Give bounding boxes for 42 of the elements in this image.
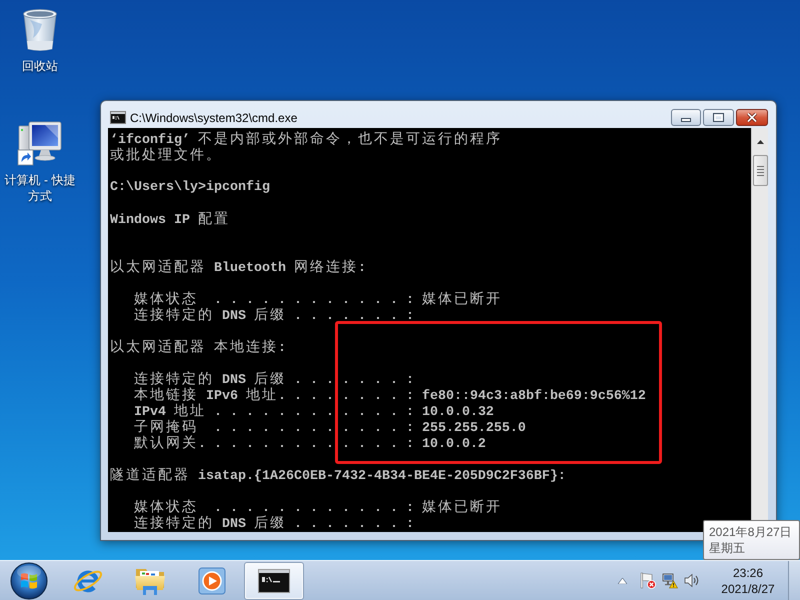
play-icon <box>197 566 227 596</box>
console-line: 连接特定的 DNS 后缀 . . . . . . . : <box>133 308 414 324</box>
flag-error-icon[interactable] <box>640 572 656 589</box>
caret-up-icon[interactable] <box>618 578 627 584</box>
computer-shortcut-icon[interactable] <box>17 120 63 166</box>
start-orb-icon[interactable] <box>10 562 48 600</box>
clock-time[interactable]: 23:26 <box>732 564 764 580</box>
clock-date[interactable]: 2021/8/27 <box>721 580 775 596</box>
console-line: 隧道适配器 isatap.{1A26C0EB-7432-4B34-BE4E-205D9C2F36BF}: <box>110 468 566 484</box>
console-line: C:\Users\ly>ipconfig <box>110 180 270 196</box>
console-line: 本地链接 IPv6 地址. . . . . . . . : fe80::94c3:a8bf:be69:9c56%12 <box>133 388 646 404</box>
console-line: ‘ifconfig’ 不是内部或外部命令，也不是可运行的程序 <box>110 132 502 148</box>
console-line: 连接特定的 DNS 后缀 . . . . . . . : <box>133 516 414 532</box>
tooltip-text: 2021年8月27日 <box>709 524 792 540</box>
window-title: C:\Windows\system32\cmd.exe <box>130 110 298 126</box>
close-button[interactable] <box>736 109 768 126</box>
console-line: IPv4 地址 . . . . . . . . . . . . : 10.0.0.32 <box>132 404 494 420</box>
tooltip-text: 星期五 <box>709 540 745 556</box>
console-line: 媒体状态 . . . . . . . . . . . . : 媒体已断开 <box>133 500 502 516</box>
taskbar-button[interactable] <box>244 562 304 600</box>
minimize-icon <box>681 118 691 122</box>
network-warning-icon[interactable] <box>662 572 678 589</box>
scrollbar-thumb[interactable] <box>752 155 768 186</box>
maximize-button[interactable] <box>703 109 734 126</box>
recycle-bin-icon[interactable] <box>22 8 58 52</box>
caret-up-icon[interactable] <box>756 140 764 144</box>
minimize-button[interactable] <box>671 109 701 126</box>
console-line: 或批处理文件。 <box>110 148 222 164</box>
close-icon <box>747 113 757 122</box>
speaker-icon[interactable] <box>684 572 700 589</box>
maximize-icon <box>713 113 724 122</box>
console-line: 默认网关. . . . . . . . . . . . . : 10.0.0.2 <box>133 436 486 452</box>
console-line: 媒体状态 . . . . . . . . . . . . : 媒体已断开 <box>133 292 502 308</box>
console-line: 以太网适配器 本地连接: <box>110 340 286 356</box>
terminal-icon <box>258 568 290 592</box>
console-line: 以太网适配器 Bluetooth 网络连接: <box>110 260 366 276</box>
console-line: Windows IP 配置 <box>110 212 230 228</box>
icon-label[interactable]: 计算机 - 快捷方式 <box>1 172 79 204</box>
icon-label[interactable]: 回收站 <box>1 58 79 74</box>
console-line: 子网掩码 . . . . . . . . . . . . : 255.255.255.0 <box>133 420 526 436</box>
console-line: 连接特定的 DNS 后缀 . . . . . . . : <box>133 372 414 388</box>
terminal-icon <box>110 111 126 124</box>
